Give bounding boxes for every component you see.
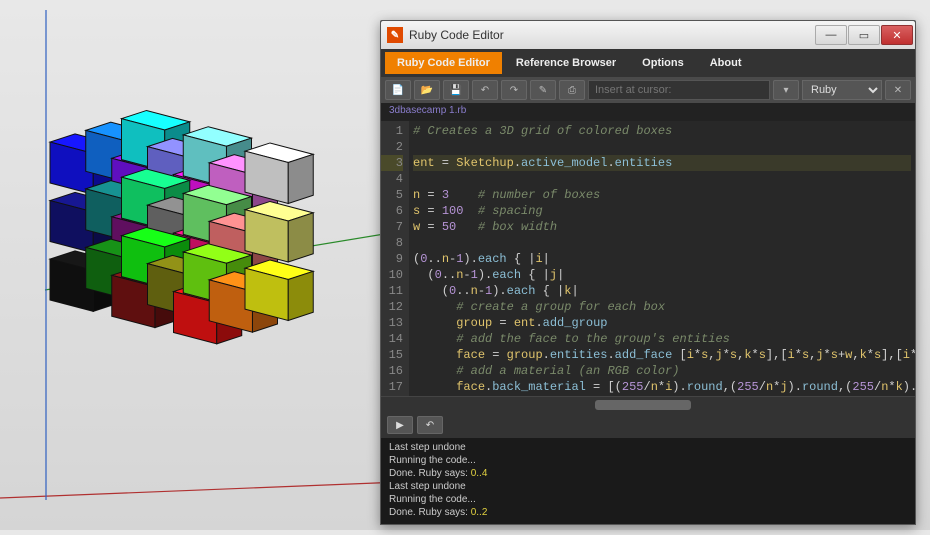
tab-reference-browser[interactable]: Reference Browser: [504, 52, 628, 74]
console-line: Running the code...: [389, 454, 907, 467]
console-line: Last step undone: [389, 441, 907, 454]
toolbar-close-button[interactable]: ✕: [885, 80, 911, 100]
window-title: Ruby Code Editor: [409, 28, 815, 42]
toolbar: 📄 📂 💾 ↶ ↷ ✎ ⎙ ▾ Ruby ✕: [381, 77, 915, 103]
console-line: Running the code...: [389, 493, 907, 506]
app-icon: ✎: [387, 27, 403, 43]
tab-about[interactable]: About: [698, 52, 754, 74]
output-console[interactable]: Last step undoneRunning the code...Done.…: [381, 438, 915, 524]
run-controls: ▶ ↶: [381, 412, 915, 438]
filename-label: 3dbasecamp 1.rb: [381, 103, 915, 121]
new-file-button[interactable]: 📄: [385, 80, 411, 100]
insert-dropdown-icon[interactable]: ▾: [773, 80, 799, 100]
language-select[interactable]: Ruby: [802, 80, 882, 100]
console-line: Done. Ruby says: 0..2: [389, 506, 907, 519]
redo-button[interactable]: ↷: [501, 80, 527, 100]
titlebar[interactable]: ✎ Ruby Code Editor — ▭ ✕: [381, 21, 915, 49]
console-line: Done. Ruby says: 0..4: [389, 467, 907, 480]
undo-button[interactable]: ↶: [472, 80, 498, 100]
ruby-code-editor-window: ✎ Ruby Code Editor — ▭ ✕ Ruby Code Edito…: [380, 20, 916, 525]
insert-cursor-input[interactable]: [588, 80, 770, 100]
console-line: Last step undone: [389, 480, 907, 493]
code-editor[interactable]: 12345678910111213141516171819202122 # Cr…: [381, 121, 915, 396]
tab-ruby-code-editor[interactable]: Ruby Code Editor: [385, 52, 502, 74]
code-area[interactable]: # Creates a 3D grid of colored boxes ent…: [409, 121, 915, 396]
open-file-button[interactable]: 📂: [414, 80, 440, 100]
print-button[interactable]: ⎙: [559, 80, 585, 100]
run-button[interactable]: ▶: [387, 416, 413, 434]
undo-step-button[interactable]: ↶: [417, 416, 443, 434]
tab-options[interactable]: Options: [630, 52, 696, 74]
line-gutter: 12345678910111213141516171819202122: [381, 121, 409, 396]
horizontal-scrollbar[interactable]: [381, 396, 915, 412]
edit-button[interactable]: ✎: [530, 80, 556, 100]
save-button[interactable]: 💾: [443, 80, 469, 100]
cube-grid: [50, 110, 313, 343]
maximize-button[interactable]: ▭: [848, 25, 880, 45]
minimize-button[interactable]: —: [815, 25, 847, 45]
tabbar: Ruby Code EditorReference BrowserOptions…: [381, 49, 915, 77]
close-button[interactable]: ✕: [881, 25, 913, 45]
